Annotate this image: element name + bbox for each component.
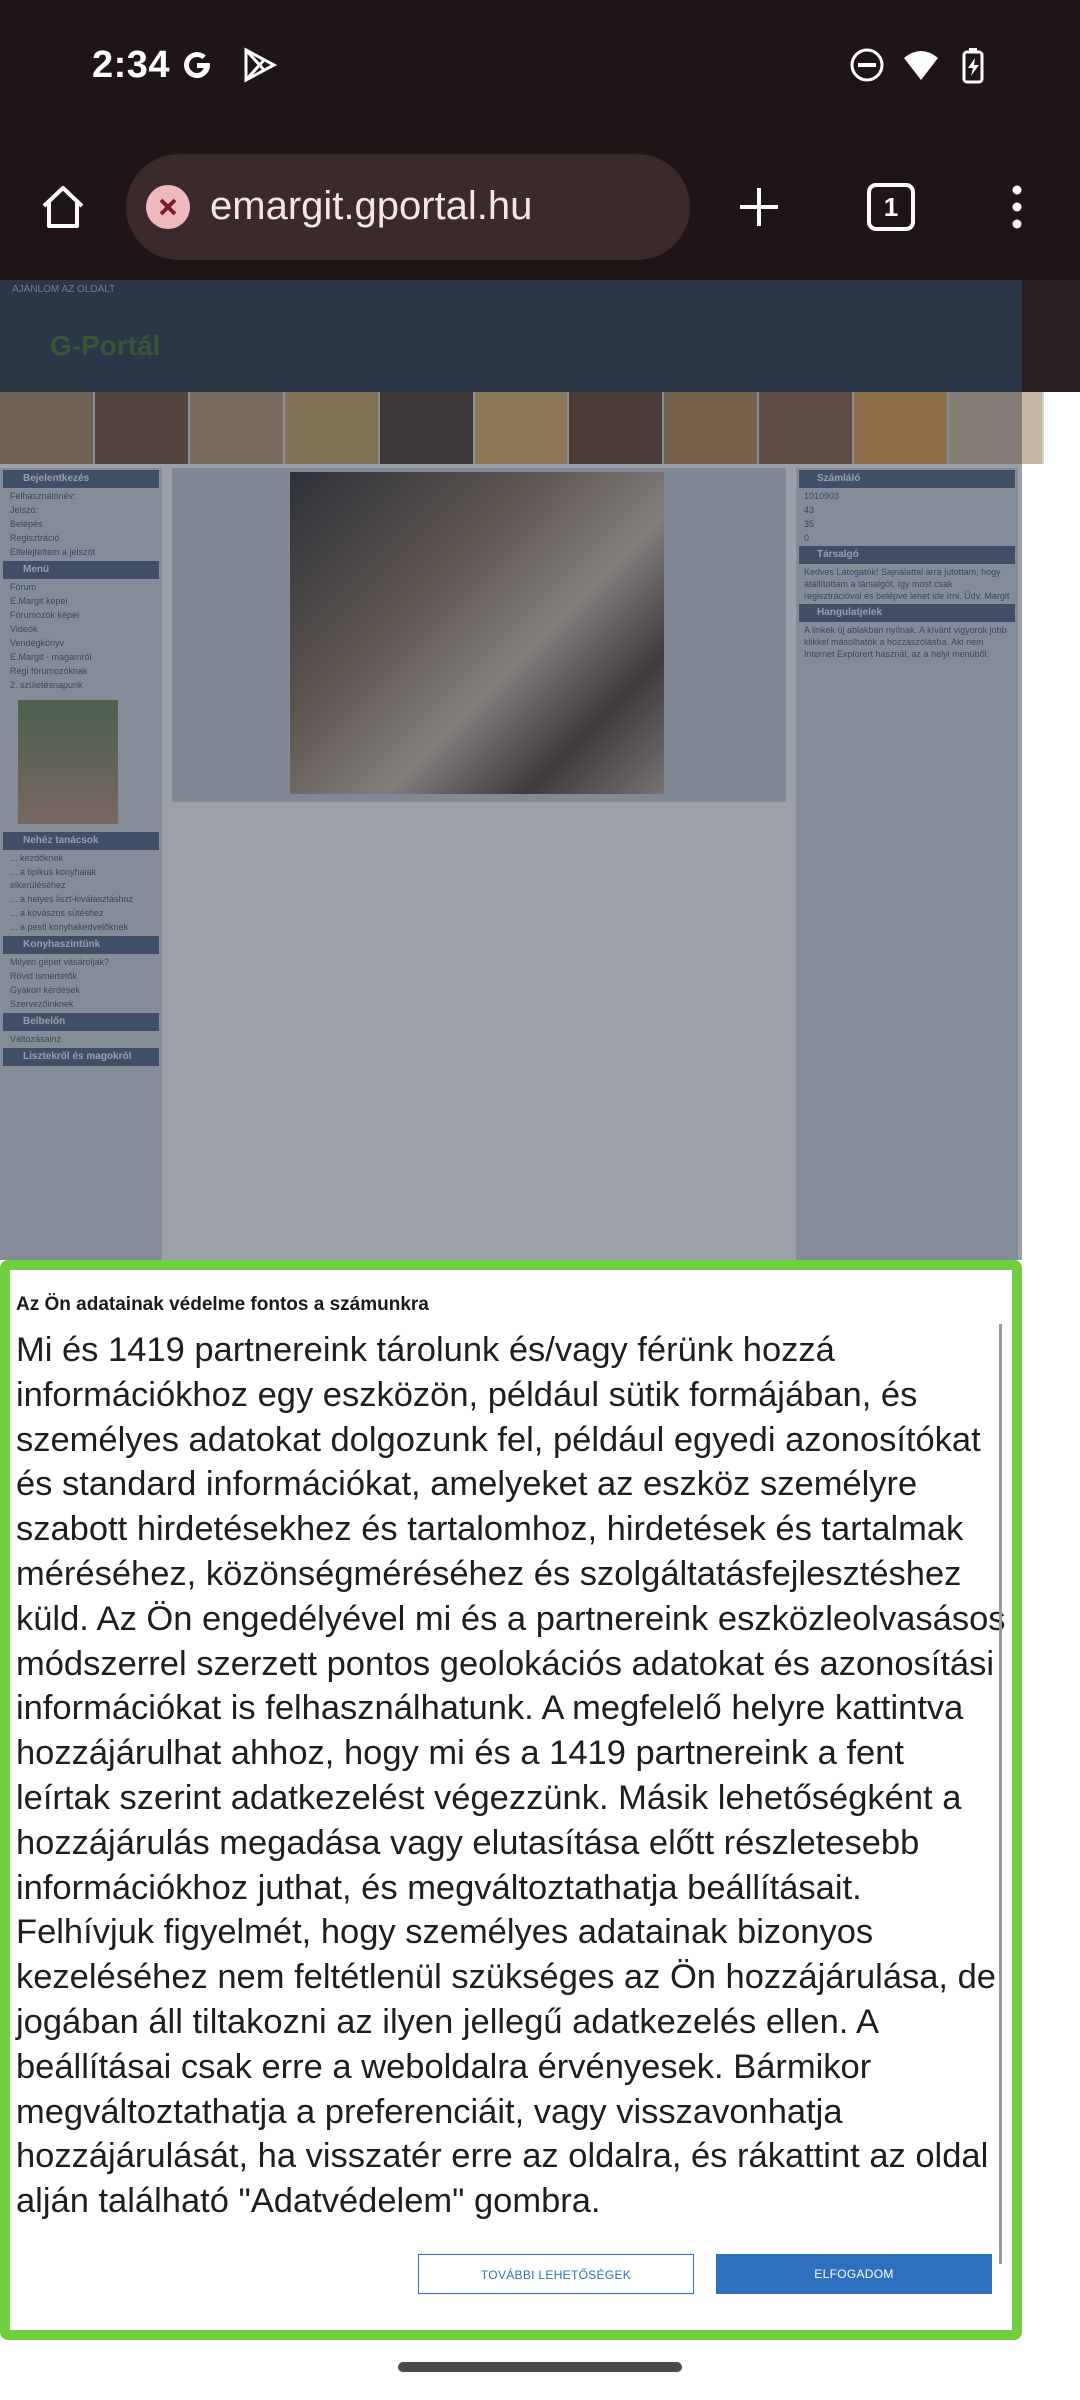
consent-scrollbar[interactable] (999, 1324, 1002, 2264)
more-options-button[interactable]: TOVÁBBI LEHETŐSÉGEK (418, 2254, 694, 2294)
consent-heading: Az Ön adatainak védelme fontos a számunk… (16, 1294, 429, 1315)
tab-switcher-icon[interactable]: 1 (864, 180, 918, 234)
dim-overlay (0, 280, 1022, 1260)
more-menu-icon[interactable] (990, 180, 1044, 234)
new-tab-icon[interactable] (732, 180, 786, 234)
consent-body: Mi és 1419 partnereink tárolunk és/vagy … (16, 1331, 1006, 2221)
web-content: AJÁNLOM AZ OLDALT G-Portál Bejelentkezés… (0, 280, 1080, 2400)
browser-toolbar: emargit.gportal.hu 1 (0, 140, 1080, 280)
battery-charging-icon (962, 48, 984, 84)
tab-count: 1 (883, 192, 899, 222)
header-edge (1022, 280, 1080, 392)
play-games-icon (244, 47, 278, 83)
status-bar: 2:34 (0, 0, 1080, 140)
home-icon[interactable] (36, 180, 90, 234)
site-error-icon[interactable] (146, 185, 190, 229)
url-text[interactable]: emargit.gportal.hu (210, 184, 532, 229)
wifi-icon (904, 51, 938, 80)
address-bar[interactable]: emargit.gportal.hu (126, 154, 690, 260)
site-background: AJÁNLOM AZ OLDALT G-Portál Bejelentkezés… (0, 280, 1080, 1260)
clock: 2:34 (92, 44, 171, 86)
gesture-home-bar[interactable] (398, 2362, 682, 2372)
accept-button[interactable]: ELFOGADOM (716, 2254, 992, 2294)
consent-dialog: Az Ön adatainak védelme fontos a számunk… (0, 1260, 1022, 2340)
google-icon (184, 52, 211, 79)
do-not-disturb-icon (850, 48, 884, 82)
